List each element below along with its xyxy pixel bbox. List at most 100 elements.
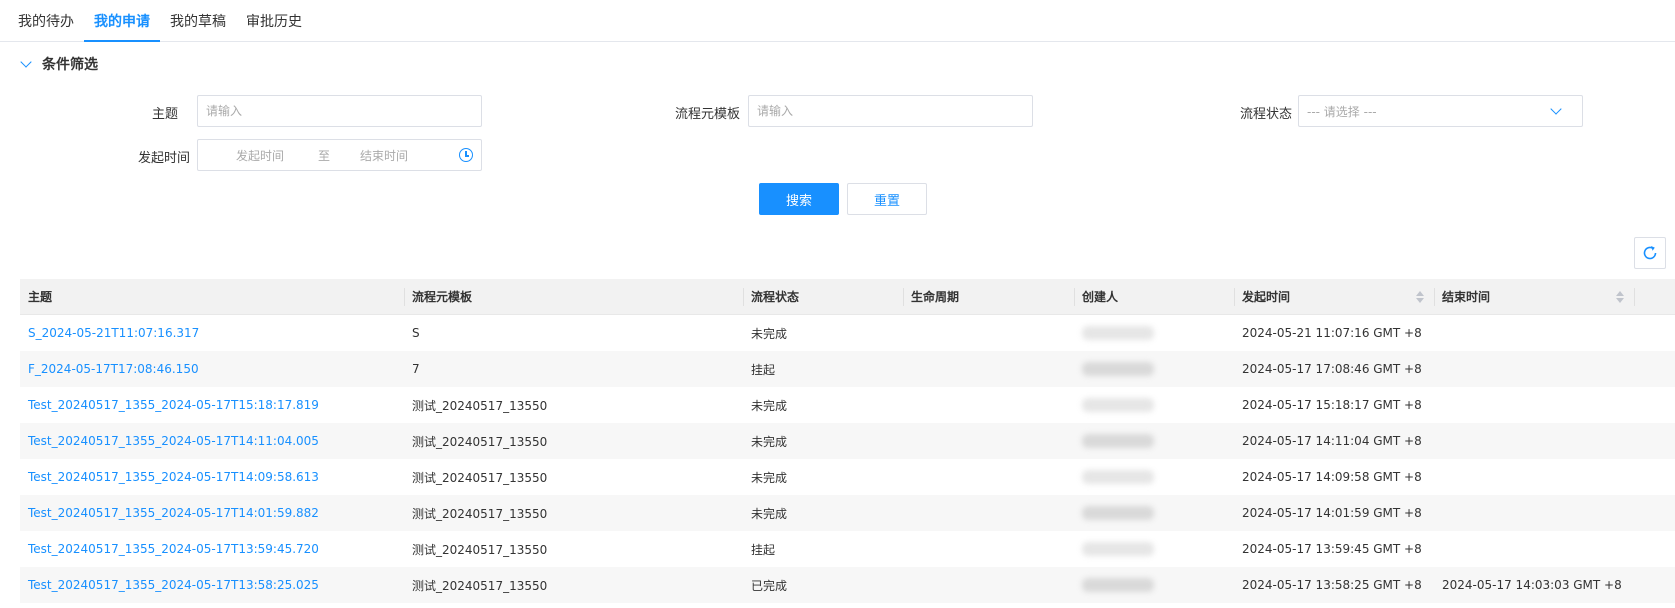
header-subject: 主题 [28,290,53,304]
reset-button[interactable]: 重置 [847,183,927,215]
subject-link[interactable]: Test_20240517_1355_2024-05-17T14:09:58.6… [28,470,319,484]
range-start-placeholder[interactable]: 发起时间 [236,147,284,164]
cell-end-time [1434,315,1634,351]
cell-status: 未完成 [751,434,788,449]
cell-creator [1074,567,1234,603]
template-input[interactable] [748,95,1033,127]
cell-start-time: 2024-05-17 13:59:45 GMT +8 [1242,542,1422,556]
header-start-time[interactable]: 发起时间 [1234,279,1434,314]
cell-template: 测试_20240517_13550 [412,542,548,557]
template-label: 流程元模板 [674,107,740,122]
cell-start-time: 2024-05-17 17:08:46 GMT +8 [1242,362,1422,376]
redacted-creator [1082,434,1154,448]
table-row[interactable]: Test_20240517_1355_2024-05-17T15:18:17.8… [20,387,1675,423]
date-range-picker[interactable]: 发起时间 至 结束时间 [197,139,482,171]
chevron-down-icon [1550,103,1562,115]
range-separator: 至 [318,148,331,163]
cell-creator [1074,315,1234,351]
cell-lifecycle [903,387,1074,423]
filter-toggle[interactable]: 条件筛选 [20,54,98,74]
cell-start-time: 2024-05-17 14:09:58 GMT +8 [1242,470,1422,484]
cell-start-time: 2024-05-17 14:11:04 GMT +8 [1242,434,1422,448]
subject-link[interactable]: Test_20240517_1355_2024-05-17T14:01:59.8… [28,506,319,520]
redacted-creator [1082,542,1154,556]
header-lifecycle: 生命周期 [903,279,1074,314]
subject-link[interactable]: Test_20240517_1355_2024-05-17T14:11:04.0… [28,434,319,448]
table-row[interactable]: Test_20240517_1355_2024-05-17T13:59:45.7… [20,531,1675,567]
cell-subject: Test_20240517_1355_2024-05-17T13:59:45.7… [20,531,404,567]
cell-end-time [1434,531,1634,567]
cell-subject: Test_20240517_1355_2024-05-17T14:09:58.6… [20,459,404,495]
cell-subject: S_2024-05-21T11:07:16.317 [20,315,404,351]
subject-link[interactable]: F_2024-05-17T17:08:46.150 [28,362,199,376]
tab-my-applications[interactable]: 我的申请 [84,0,160,42]
search-button[interactable]: 搜索 [759,183,839,215]
cell-subject: Test_20240517_1355_2024-05-17T15:18:17.8… [20,387,404,423]
cell-template: 测试_20240517_13550 [412,434,548,449]
status-select-placeholder: --- 请选择 --- [1307,104,1377,119]
filter-title: 条件筛选 [42,57,98,73]
redacted-creator [1082,506,1154,520]
refresh-icon [1643,246,1657,260]
cell-start-time: 2024-05-17 15:18:17 GMT +8 [1242,398,1422,412]
start-time-label: 发起时间 [137,151,190,166]
table-row[interactable]: Test_20240517_1355_2024-05-17T13:58:25.0… [20,567,1675,603]
cell-lifecycle [903,495,1074,531]
tab-approval-history[interactable]: 审批历史 [236,0,312,41]
redacted-creator [1082,362,1154,376]
header-spacer [1634,279,1675,314]
clock-icon[interactable] [459,148,473,162]
cell-creator [1074,351,1234,387]
cell-end-time [1434,387,1634,423]
cell-subject: Test_20240517_1355_2024-05-17T13:58:25.0… [20,567,404,603]
cell-end-time [1434,351,1634,387]
status-label: 流程状态 [1239,107,1292,122]
cell-spacer [1634,387,1675,423]
table-row[interactable]: F_2024-05-17T17:08:46.150 7 挂起 2024-05-17 1… [20,351,1675,387]
cell-lifecycle [903,351,1074,387]
redacted-creator [1082,470,1154,484]
subject-input[interactable] [197,95,482,127]
cell-creator [1074,531,1234,567]
cell-creator [1074,495,1234,531]
chevron-down-icon [20,56,32,68]
cell-template: 测试_20240517_13550 [412,506,548,521]
table-row[interactable]: S_2024-05-21T11:07:16.317 S 未完成 2024-05-21 … [20,315,1675,351]
header-template: 流程元模板 [404,279,743,314]
table-row[interactable]: Test_20240517_1355_2024-05-17T14:01:59.8… [20,495,1675,531]
cell-template: S [412,326,420,340]
sort-icon[interactable] [1416,290,1424,303]
cell-status: 挂起 [751,542,776,557]
cell-end-time [1434,495,1634,531]
tab-bar: 我的待办 我的申请 我的草稿 审批历史 [0,0,1675,42]
tab-my-todo[interactable]: 我的待办 [8,0,84,41]
subject-link[interactable]: Test_20240517_1355_2024-05-17T13:58:25.0… [28,578,319,592]
header-status: 流程状态 [743,279,903,314]
cell-start-time: 2024-05-17 13:58:25 GMT +8 [1242,578,1422,592]
subject-link[interactable]: Test_20240517_1355_2024-05-17T15:18:17.8… [28,398,319,412]
range-end-placeholder[interactable]: 结束时间 [360,147,408,164]
cell-status: 挂起 [751,362,776,377]
status-select[interactable]: --- 请选择 --- [1298,95,1583,127]
sort-icon[interactable] [1616,290,1624,303]
header-creator: 创建人 [1074,279,1234,314]
table-row[interactable]: Test_20240517_1355_2024-05-17T14:09:58.6… [20,459,1675,495]
cell-lifecycle [903,567,1074,603]
cell-spacer [1634,531,1675,567]
cell-spacer [1634,423,1675,459]
refresh-button[interactable] [1634,237,1666,269]
cell-creator [1074,459,1234,495]
table-row[interactable]: Test_20240517_1355_2024-05-17T14:11:04.0… [20,423,1675,459]
table-header: 主题 流程元模板 流程状态 生命周期 创建人 发起时间 结束时间 [20,279,1675,315]
cell-end-time [1434,459,1634,495]
cell-subject: Test_20240517_1355_2024-05-17T14:01:59.8… [20,495,404,531]
subject-link[interactable]: S_2024-05-21T11:07:16.317 [28,326,199,340]
cell-status: 未完成 [751,470,788,485]
cell-spacer [1634,351,1675,387]
redacted-creator [1082,326,1154,340]
header-end-time[interactable]: 结束时间 [1434,279,1634,314]
cell-template: 测试_20240517_13550 [412,398,548,413]
cell-subject: Test_20240517_1355_2024-05-17T14:11:04.0… [20,423,404,459]
subject-link[interactable]: Test_20240517_1355_2024-05-17T13:59:45.7… [28,542,319,556]
tab-my-drafts[interactable]: 我的草稿 [160,0,236,41]
